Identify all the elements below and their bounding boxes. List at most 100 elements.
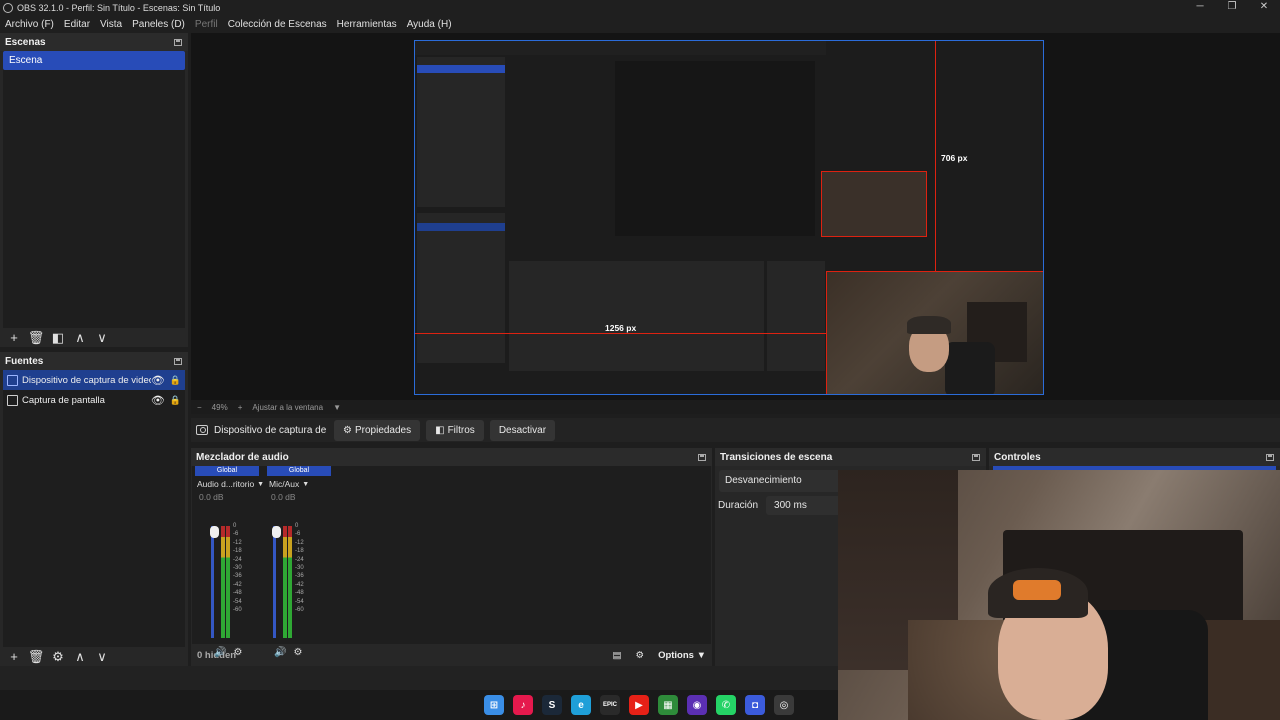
obs-icon[interactable]: ◎: [774, 695, 794, 715]
menu-docks[interactable]: Paneles (D): [127, 19, 190, 30]
move-source-up-button[interactable]: ∧: [70, 648, 90, 665]
volume-slider[interactable]: [272, 526, 281, 638]
move-scene-down-button[interactable]: ∨: [92, 329, 112, 346]
close-button[interactable]: ✕: [1248, 0, 1280, 15]
db-tick: -30: [233, 565, 242, 572]
nested-scenes-dock: [417, 57, 505, 207]
channel-controls: 🔊 ⚙: [214, 647, 242, 658]
lock-icon[interactable]: 🔒: [170, 395, 181, 406]
preview-area[interactable]: 1256 px 706 px: [191, 33, 1280, 400]
fit-to-window[interactable]: Ajustar a la ventana: [252, 403, 323, 412]
zoom-out-button[interactable]: −: [197, 403, 202, 412]
source-item-video-capture[interactable]: Dispositivo de captura de video 👁 🔒: [3, 370, 185, 390]
speaker-icon[interactable]: 🔊: [214, 647, 226, 658]
filters-button[interactable]: ◧ Filtros: [426, 419, 484, 441]
level-bar-left: [221, 526, 225, 638]
discord-icon[interactable]: ◘: [745, 695, 765, 715]
monitor-settings-icon[interactable]: ⚙: [233, 647, 242, 658]
nested-sources-dock: [417, 213, 505, 363]
tiktok-icon[interactable]: ♪: [513, 695, 533, 715]
volume-slider-handle[interactable]: [210, 526, 219, 538]
scenes-dock-title: Escenas: [5, 36, 46, 48]
edge-icon[interactable]: e: [571, 695, 591, 715]
menu-view[interactable]: Vista: [95, 19, 127, 30]
db-tick: -6: [233, 531, 239, 538]
channel-name[interactable]: Audio d...ritorio ▼: [195, 476, 264, 492]
undock-icon[interactable]: [174, 38, 182, 46]
scene-filters-button[interactable]: ◧: [48, 329, 68, 346]
nested-titlebar: [415, 41, 826, 55]
facecam-overlay: [838, 470, 1280, 720]
move-source-down-button[interactable]: ∨: [92, 648, 112, 665]
add-source-button[interactable]: +: [4, 648, 24, 665]
vertical-guide-line: [935, 41, 936, 271]
obs-studio-icon[interactable]: ◉: [687, 695, 707, 715]
lock-icon[interactable]: 🔒: [170, 375, 181, 386]
minimize-button[interactable]: ─: [1184, 0, 1216, 15]
db-tick: -12: [295, 539, 304, 546]
steam-icon[interactable]: S: [542, 695, 562, 715]
db-tick: -36: [295, 573, 304, 580]
menu-tools[interactable]: Herramientas: [332, 19, 402, 30]
menu-bar: Archivo (F) Editar Vista Paneles (D) Per…: [0, 15, 1280, 33]
menu-profile[interactable]: Perfil: [190, 19, 223, 30]
horizontal-guide-line: [415, 333, 826, 334]
channel-db: 0.0 dB: [199, 492, 224, 502]
visibility-eye-icon[interactable]: 👁: [151, 394, 165, 407]
menu-file[interactable]: Archivo (F): [0, 19, 59, 30]
nested-transitions: [767, 261, 825, 371]
source-label: Dispositivo de captura de video: [22, 374, 151, 386]
guide-width-label: 1256 px: [605, 323, 637, 333]
webcam-source[interactable]: [826, 271, 1043, 394]
zoom-in-button[interactable]: +: [238, 403, 243, 412]
deactivate-button[interactable]: Desactivar: [489, 419, 556, 441]
remove-scene-button[interactable]: 🗑: [26, 329, 46, 346]
advanced-audio-icon[interactable]: ⚙: [636, 650, 645, 661]
nested-webcam: [821, 171, 927, 237]
mixer-dock-title: Mezclador de audio: [196, 451, 289, 463]
preview-canvas[interactable]: 1256 px 706 px: [414, 40, 1044, 395]
epic-games-icon[interactable]: EPIC: [600, 695, 620, 715]
options-dropdown[interactable]: Options ▼: [658, 650, 706, 661]
db-tick: 0: [295, 523, 299, 529]
transitions-dock-title: Transiciones de escena: [720, 451, 833, 463]
source-item-screen-capture[interactable]: Captura de pantalla 👁 🔒: [3, 390, 185, 410]
visibility-eye-icon[interactable]: 👁: [151, 374, 165, 387]
volume-slider[interactable]: [210, 526, 219, 638]
properties-button[interactable]: ⚙ Propiedades: [334, 419, 421, 441]
chevron-down-icon[interactable]: ▼: [257, 481, 264, 488]
undock-icon[interactable]: [972, 453, 980, 461]
deactivate-label: Desactivar: [498, 424, 547, 436]
camera-icon: [7, 374, 18, 386]
speaker-icon[interactable]: 🔊: [274, 647, 286, 658]
menu-scene-collection[interactable]: Colección de Escenas: [223, 19, 332, 30]
undock-icon[interactable]: [1266, 453, 1274, 461]
whatsapp-icon[interactable]: ✆: [716, 695, 736, 715]
mixer-toolbar-right: ▤ ⚙ Options ▼: [613, 650, 706, 661]
move-scene-up-button[interactable]: ∧: [70, 329, 90, 346]
windows-start-icon[interactable]: ⊞: [484, 695, 504, 715]
chevron-down-icon[interactable]: ▼: [302, 481, 309, 488]
gear-icon: ⚙: [343, 424, 352, 436]
monitor-settings-icon[interactable]: ⚙: [293, 647, 302, 658]
scene-item[interactable]: Escena: [3, 51, 185, 70]
add-scene-button[interactable]: +: [4, 329, 24, 346]
volume-slider-handle[interactable]: [272, 526, 281, 538]
status-bar: [0, 666, 838, 690]
layout-icon[interactable]: ▤: [613, 650, 622, 661]
preview-zoom-bar: − 49% + Ajustar a la ventana ▼: [191, 400, 1280, 414]
remove-source-button[interactable]: 🗑: [26, 648, 46, 665]
minecraft-icon[interactable]: ▦: [658, 695, 678, 715]
undock-icon[interactable]: [174, 357, 182, 365]
undock-icon[interactable]: [698, 453, 706, 461]
zoom-dropdown-icon[interactable]: ▼: [333, 403, 341, 412]
title-bar: OBS 32.1.0 - Perfil: Sin Título - Escena…: [0, 0, 1280, 15]
scene-list: Escena: [3, 51, 185, 328]
db-tick: -24: [295, 556, 304, 563]
menu-help[interactable]: Ayuda (H): [402, 19, 457, 30]
youtube-music-icon[interactable]: ▶: [629, 695, 649, 715]
source-properties-button[interactable]: ⚙: [48, 648, 68, 665]
channel-name[interactable]: Mic/Aux ▼: [267, 476, 331, 492]
menu-edit[interactable]: Editar: [59, 19, 95, 30]
maximize-button[interactable]: ❐: [1216, 0, 1248, 15]
